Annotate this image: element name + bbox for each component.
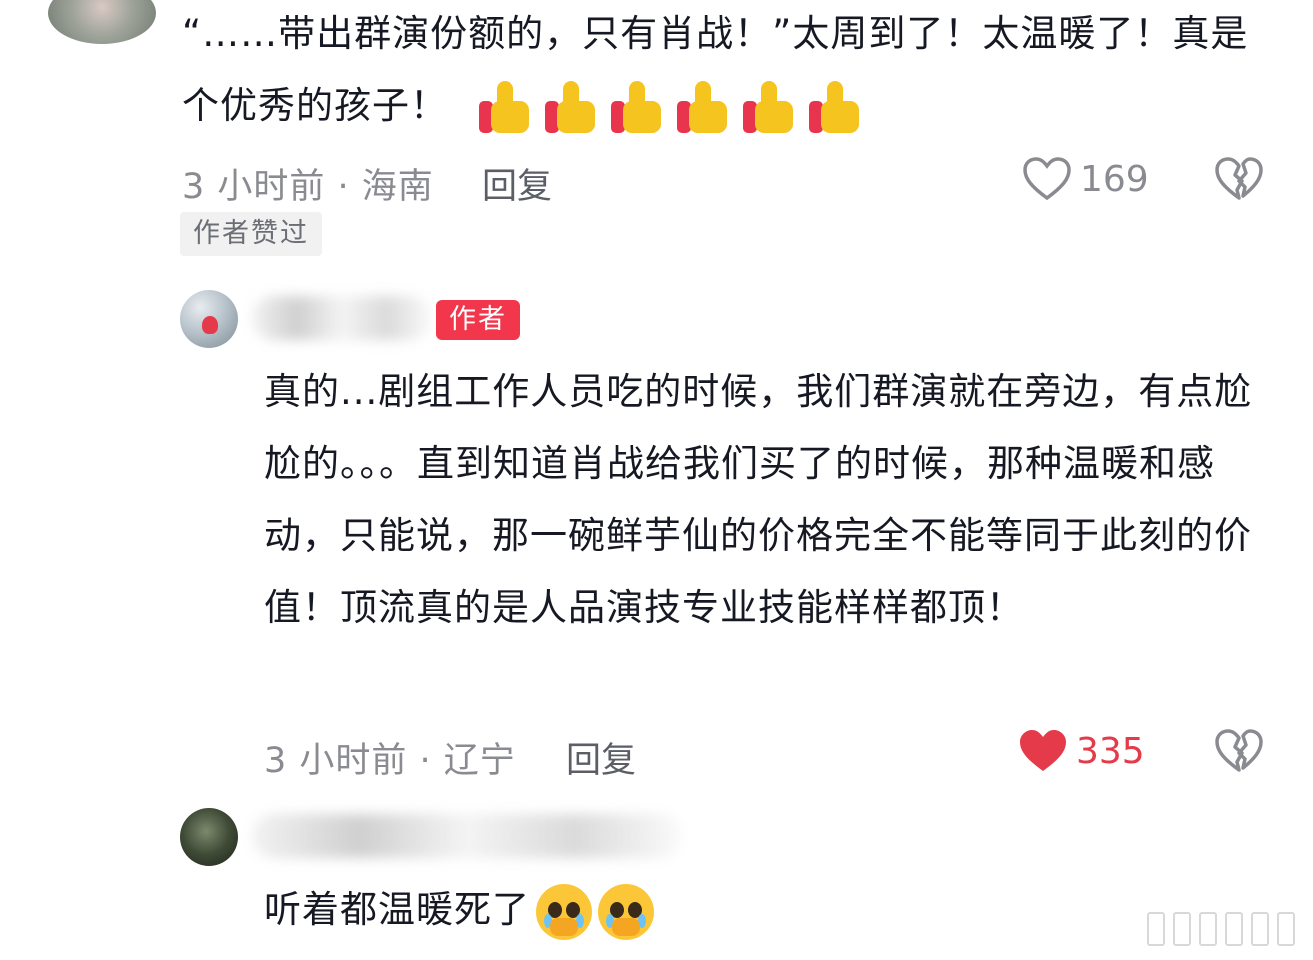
dislike-button[interactable] [1214, 156, 1264, 206]
username-blurred[interactable] [252, 814, 682, 858]
heart-outline-icon [1023, 157, 1071, 201]
reply-button[interactable]: 回复 [482, 158, 552, 209]
crying-face-icon [536, 883, 592, 940]
heart-filled-icon [1020, 730, 1066, 771]
reply-text: 听着都温暖死了 [264, 874, 1254, 946]
thumbs-up-icon [676, 80, 729, 135]
comment-text: “……带出群演份额的，只有肖战！”太周到了！太温暖了！真是个优秀的孩子！ [182, 0, 1252, 142]
dislike-button[interactable] [1214, 728, 1264, 778]
author-badge: 作者 [436, 300, 520, 340]
like-button[interactable]: 169 [1022, 156, 1149, 202]
like-button[interactable]: 335 [1018, 728, 1145, 774]
thumbs-up-icon [544, 80, 597, 135]
avatar[interactable] [180, 808, 238, 866]
author-liked-tag: 作者赞过 [180, 212, 322, 256]
like-count: 169 [1080, 158, 1149, 200]
reply-text: 真的...剧组工作人员吃的时候，我们群演就在旁边，有点尬尬的。。。直到知道肖战给… [264, 370, 1253, 629]
thumbs-up-icon [478, 80, 531, 135]
avatar[interactable] [48, 0, 156, 44]
emoji-row [478, 80, 861, 135]
comment-time-location: 3 小时前 · 海南 [182, 167, 434, 207]
broken-heart-icon [1215, 157, 1263, 200]
reply-body: 听着都温暖死了 [264, 888, 530, 931]
like-count: 335 [1076, 730, 1145, 772]
thumbs-up-icon [610, 80, 663, 135]
crying-face-icon [598, 883, 654, 940]
watermark [1147, 912, 1295, 946]
thumbs-up-icon [808, 80, 861, 135]
broken-heart-icon [1215, 729, 1263, 772]
reply-button[interactable]: 回复 [566, 732, 636, 783]
comment-thread: “……带出群演份额的，只有肖战！”太周到了！太温暖了！真是个优秀的孩子！ 3 小… [0, 0, 1313, 960]
avatar[interactable] [180, 290, 238, 348]
thumbs-up-icon [742, 80, 795, 135]
reply-time-location: 3 小时前 · 辽宁 [264, 741, 516, 781]
username-blurred[interactable] [252, 296, 432, 340]
